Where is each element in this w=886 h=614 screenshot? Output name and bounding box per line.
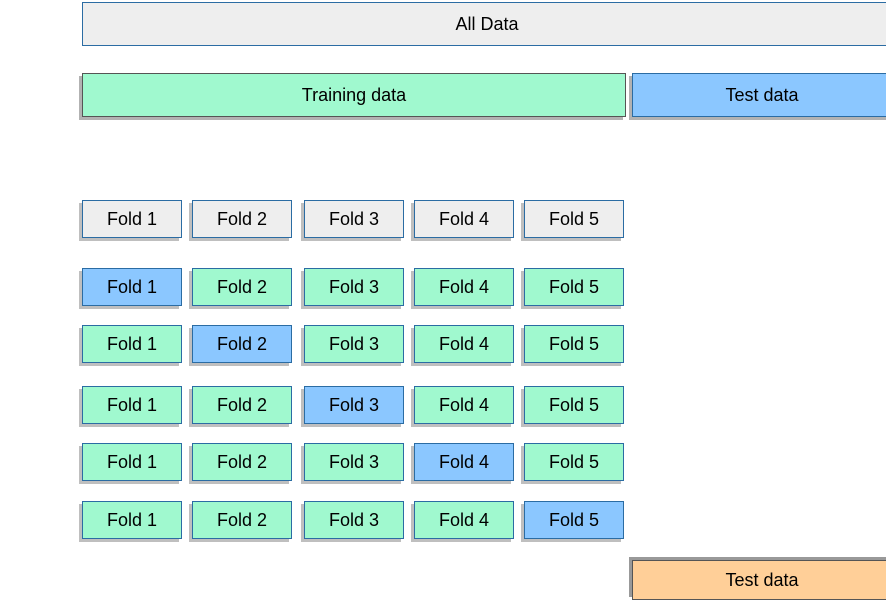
fold-label: Fold 4: [439, 395, 489, 416]
fold-label: Fold 5: [549, 334, 599, 355]
fold-label: Fold 4: [439, 452, 489, 473]
fold-cell: Fold 2: [192, 501, 292, 539]
fold-row: Fold 1 Fold 2 Fold 3 Fold 4 Fold 5: [82, 501, 630, 539]
fold-cell: Fold 3: [304, 386, 404, 424]
fold-cell: Fold 5: [524, 501, 624, 539]
fold-label: Fold 3: [329, 452, 379, 473]
fold-label: Fold 3: [329, 334, 379, 355]
fold-cell: Fold 1: [82, 386, 182, 424]
fold-cell: Fold 4: [414, 501, 514, 539]
all-data-label: All Data: [455, 14, 518, 35]
fold-label: Fold 2: [217, 334, 267, 355]
fold-label: Fold 2: [217, 277, 267, 298]
fold-row: Fold 1 Fold 2 Fold 3 Fold 4 Fold 5: [82, 325, 630, 363]
fold-row: Fold 1 Fold 2 Fold 3 Fold 4 Fold 5: [82, 386, 630, 424]
fold-label: Fold 5: [549, 209, 599, 230]
fold-cell: Fold 4: [414, 325, 514, 363]
fold-label: Fold 3: [329, 395, 379, 416]
final-test-data-label: Test data: [725, 570, 798, 591]
fold-label: Fold 1: [107, 334, 157, 355]
fold-label: Fold 2: [217, 510, 267, 531]
fold-label: Fold 3: [329, 277, 379, 298]
fold-label: Fold 4: [439, 209, 489, 230]
fold-cell: Fold 4: [414, 386, 514, 424]
fold-label: Fold 4: [439, 334, 489, 355]
fold-label: Fold 1: [107, 395, 157, 416]
fold-cell: Fold 3: [304, 443, 404, 481]
fold-label: Fold 5: [549, 452, 599, 473]
fold-cell: Fold 2: [192, 443, 292, 481]
fold-cell: Fold 4: [414, 200, 514, 238]
fold-label: Fold 4: [439, 277, 489, 298]
fold-label: Fold 1: [107, 209, 157, 230]
fold-label: Fold 1: [107, 510, 157, 531]
fold-cell: Fold 2: [192, 386, 292, 424]
fold-cell: Fold 3: [304, 325, 404, 363]
fold-cell: Fold 1: [82, 268, 182, 306]
fold-label: Fold 1: [107, 452, 157, 473]
fold-cell: Fold 1: [82, 325, 182, 363]
fold-cell: Fold 5: [524, 325, 624, 363]
fold-label: Fold 2: [217, 452, 267, 473]
fold-cell: Fold 5: [524, 200, 624, 238]
fold-cell: Fold 5: [524, 443, 624, 481]
fold-label: Fold 2: [217, 395, 267, 416]
fold-row: Fold 1 Fold 2 Fold 3 Fold 4 Fold 5: [82, 200, 630, 238]
fold-cell: Fold 1: [82, 501, 182, 539]
all-data-box: All Data: [82, 2, 886, 46]
training-data-label: Training data: [302, 85, 406, 106]
test-data-label: Test data: [725, 85, 798, 106]
fold-label: Fold 2: [217, 209, 267, 230]
fold-label: Fold 4: [439, 510, 489, 531]
fold-cell: Fold 1: [82, 443, 182, 481]
fold-row: Fold 1 Fold 2 Fold 3 Fold 4 Fold 5: [82, 443, 630, 481]
test-data-box: Test data: [632, 73, 886, 117]
fold-label: Fold 5: [549, 395, 599, 416]
training-data-box: Training data: [82, 73, 626, 117]
fold-label: Fold 1: [107, 277, 157, 298]
fold-row: Fold 1 Fold 2 Fold 3 Fold 4 Fold 5: [82, 268, 630, 306]
fold-cell: Fold 3: [304, 501, 404, 539]
fold-cell: Fold 2: [192, 268, 292, 306]
fold-cell: Fold 1: [82, 200, 182, 238]
fold-cell: Fold 5: [524, 268, 624, 306]
fold-cell: Fold 2: [192, 200, 292, 238]
fold-label: Fold 5: [549, 510, 599, 531]
fold-cell: Fold 3: [304, 268, 404, 306]
fold-label: Fold 3: [329, 209, 379, 230]
fold-cell: Fold 3: [304, 200, 404, 238]
fold-cell: Fold 5: [524, 386, 624, 424]
fold-label: Fold 5: [549, 277, 599, 298]
fold-cell: Fold 4: [414, 268, 514, 306]
fold-cell: Fold 2: [192, 325, 292, 363]
fold-label: Fold 3: [329, 510, 379, 531]
final-test-data-box: Test data: [632, 560, 886, 600]
fold-cell: Fold 4: [414, 443, 514, 481]
